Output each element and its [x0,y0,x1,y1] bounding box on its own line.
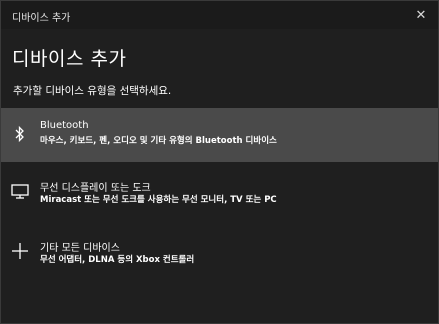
option-wireless-display-label: 무선 디스플레이 또는 도크 [40,183,151,194]
plus-icon [8,239,32,263]
add-device-dialog: 디바이스 추가 ✕ 디바이스 추가 추가할 디바이스 유형을 선택하세요. Bl… [0,0,439,324]
option-everything-else-label: 기타 모든 디바이스 [40,243,120,254]
page-subtitle: 추가할 디바이스 유형을 선택하세요. [13,85,172,97]
option-wireless-display[interactable]: 무선 디스플레이 또는 도크 Miracast 또는 무선 도크를 사용하는 무… [1,170,438,224]
bluetooth-icon [8,122,32,146]
window-title: 디바이스 추가 [12,13,71,24]
option-wireless-display-desc: Miracast 또는 무선 도크를 사용하는 무선 모니터, TV 또는 PC [40,195,277,205]
option-everything-else-desc: 무선 어댑터, DLNA 등의 Xbox 컨트롤러 [40,255,195,265]
option-bluetooth-desc: 마우스, 키보드, 펜, 오디오 및 기타 유형의 Bluetooth 디바이스 [40,136,277,146]
option-bluetooth[interactable]: Bluetooth 마우스, 키보드, 펜, 오디오 및 기타 유형의 Blue… [1,108,438,162]
option-bluetooth-label: Bluetooth [40,120,89,131]
display-icon [8,179,32,203]
close-icon: ✕ [415,7,427,23]
close-button[interactable]: ✕ [404,1,438,29]
option-everything-else[interactable]: 기타 모든 디바이스 무선 어댑터, DLNA 등의 Xbox 컨트롤러 [1,230,438,284]
title-bar: 디바이스 추가 ✕ [1,1,438,29]
page-title: 디바이스 추가 [12,48,127,70]
